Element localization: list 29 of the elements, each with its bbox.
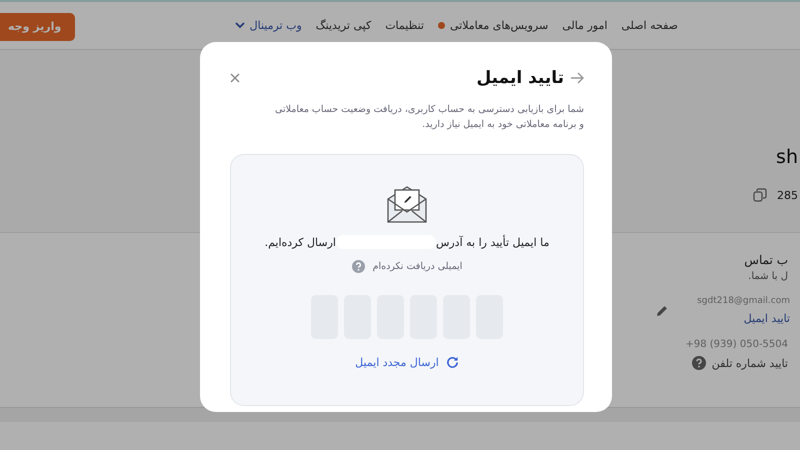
help-icon [352, 260, 365, 273]
nav-link[interactable]: کپی تریدینگ [316, 19, 372, 32]
section-title: ب تماس [744, 253, 788, 267]
account-name: sh [775, 146, 798, 168]
envelope-icon [387, 185, 427, 223]
account-number: 285 [777, 188, 798, 202]
phone-text: +98 (939) 050-5504 [686, 339, 788, 350]
nav-link[interactable]: صفحه اصلی [621, 19, 678, 32]
sent-message-end: ارسال کرده‌ایم. [264, 236, 336, 248]
resend-email-link[interactable]: ارسال مجدد ایمیل [355, 356, 459, 369]
no-email-link[interactable]: ایمیلی دریافت نکرده‌ام [352, 260, 462, 273]
nav-dropdown[interactable]: وب ترمینال [234, 19, 302, 32]
dialog-title: تایید ایمیل [476, 68, 564, 88]
close-icon[interactable] [230, 73, 240, 83]
nav-link[interactable]: سرویس‌های معاملاتی [438, 19, 548, 32]
nav-link[interactable]: تنظیمات [385, 19, 424, 32]
back-arrow-icon[interactable] [570, 72, 584, 84]
help-icon[interactable] [692, 356, 706, 370]
copy-icon[interactable] [753, 188, 767, 202]
section-subtitle: ل با شما. [748, 271, 788, 282]
verify-phone-text: تایید شماره تلفن [712, 356, 788, 370]
email-text: sgdt218@gmail.com [697, 296, 790, 306]
verify-email-link[interactable]: تایید ایمیل [744, 312, 790, 325]
refresh-icon [446, 356, 459, 369]
chevron-down-icon [234, 22, 245, 29]
sent-message: ما ایمیل تأیید را به آدرس [436, 236, 550, 248]
nav-link[interactable]: امور مالی [562, 19, 608, 32]
dialog-description: شما برای بازیابی دسترسی به حساب کاربری، دریافت وضعیت حساب معاملاتی و برنامه معاملاتی خود به ایمیل نیاز دارید. [274, 103, 584, 132]
edit-icon[interactable] [655, 304, 670, 318]
